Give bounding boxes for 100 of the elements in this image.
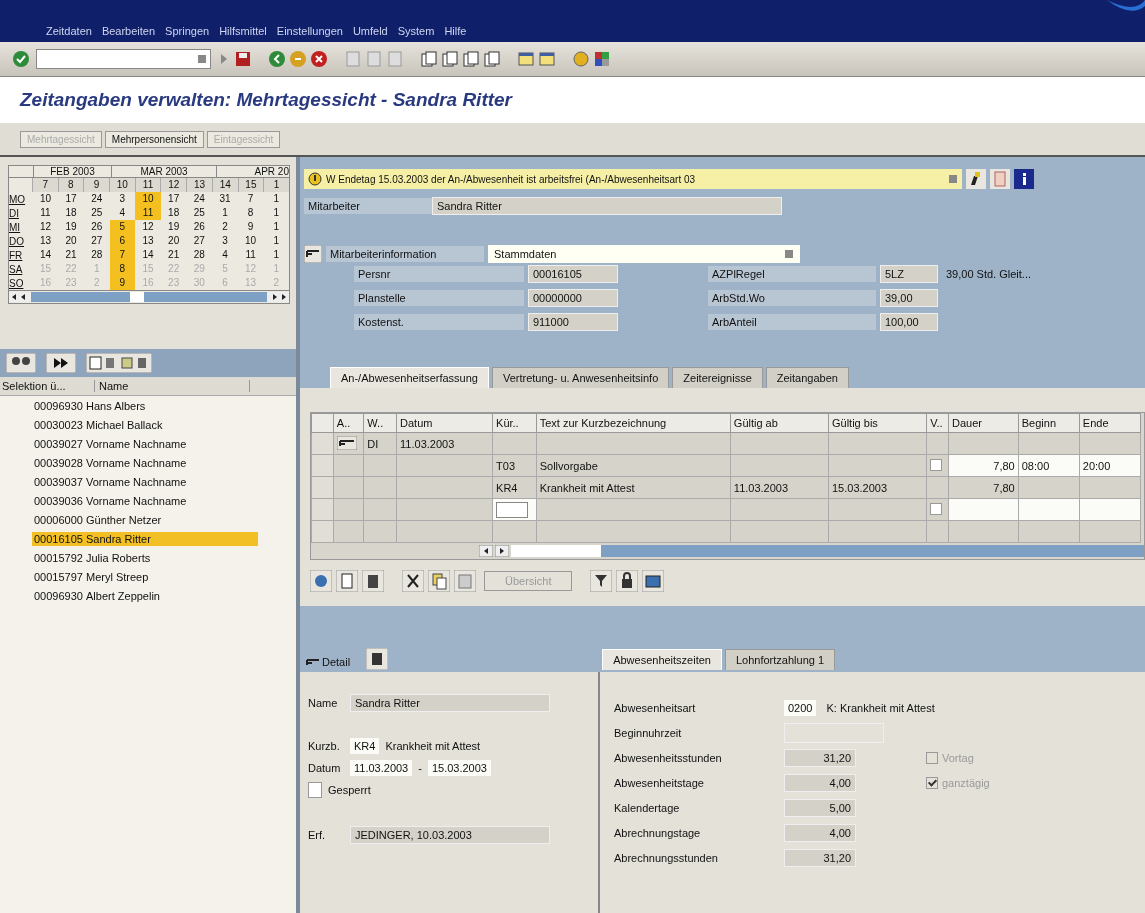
calendar-day[interactable]: 26 — [186, 220, 213, 234]
dropdown-icon[interactable] — [197, 54, 207, 64]
column-header[interactable]: Kür.. — [492, 413, 537, 433]
calendar-day[interactable]: 17 — [160, 192, 187, 206]
employee-item[interactable]: 00096930 Hans Albers — [32, 398, 258, 413]
employee-item[interactable]: 00030023 Michael Ballack — [32, 417, 258, 432]
tab[interactable]: Abwesenheitszeiten — [602, 649, 722, 670]
pen-icon[interactable] — [966, 169, 986, 189]
calendar-day[interactable]: 18 — [58, 206, 84, 220]
calendar-day[interactable]: 26 — [83, 220, 110, 234]
command-field[interactable] — [36, 49, 211, 69]
calendar-day[interactable]: 1 — [263, 248, 290, 262]
menu-item[interactable]: Hilfsmittel — [219, 25, 267, 37]
menu-item[interactable]: Zeitdaten — [46, 25, 92, 37]
detail-icon[interactable] — [336, 435, 357, 450]
calendar-day[interactable]: 7 — [109, 248, 136, 262]
date-field[interactable]: 11.03.2003 — [350, 760, 413, 776]
calendar-day[interactable]: 14 — [32, 248, 59, 262]
checkbox[interactable] — [930, 502, 943, 515]
column-header[interactable]: Text zur Kurzbezeichnung — [536, 413, 731, 433]
employee-item[interactable]: 00039036 Vorname Nachname — [32, 493, 258, 508]
folder-icon[interactable] — [642, 570, 665, 592]
calendar-day[interactable]: 20 — [160, 234, 187, 248]
employee-item[interactable]: 00039037 Vorname Nachname — [32, 474, 258, 489]
calendar-day[interactable]: 3 — [212, 234, 238, 248]
pages-icon[interactable] — [462, 50, 480, 68]
back-icon[interactable] — [268, 50, 286, 68]
calendar-day[interactable]: 1 — [212, 206, 238, 220]
filter-icon[interactable] — [590, 570, 613, 592]
column-header[interactable]: A.. — [333, 413, 364, 433]
detail-icon[interactable] — [304, 245, 322, 263]
calendar-day[interactable]: 4 — [212, 248, 238, 262]
document-icon[interactable] — [366, 648, 389, 670]
checkbox[interactable] — [930, 458, 943, 471]
calendar-day[interactable]: 2 — [212, 220, 238, 234]
list-tools-icon[interactable] — [86, 353, 152, 373]
column-header[interactable]: Name — [95, 380, 250, 392]
calendar-day[interactable]: 14 — [135, 248, 161, 262]
calendar-day[interactable]: 19 — [160, 220, 187, 234]
calendar-day[interactable]: 13 — [135, 234, 161, 248]
calendar-day[interactable]: 28 — [83, 248, 110, 262]
calendar-day[interactable]: 9 — [237, 220, 264, 234]
column-header[interactable]: Gültig ab — [730, 413, 829, 433]
calendar-day[interactable]: 9 — [109, 276, 136, 290]
calendar-day[interactable]: 11 — [32, 206, 59, 220]
column-header[interactable]: Selektion ü... — [0, 380, 95, 392]
calendar-day[interactable]: 25 — [186, 206, 213, 220]
calendar-day[interactable]: 12 — [32, 220, 59, 234]
calendar-day[interactable]: 1 — [263, 234, 290, 248]
detail-button[interactable]: Detail — [304, 654, 353, 670]
column-header[interactable]: Dauer — [948, 413, 1019, 433]
calendar-day[interactable]: 18 — [160, 206, 187, 220]
calendar-day[interactable]: 24 — [83, 192, 110, 206]
checkbox[interactable] — [926, 777, 938, 789]
calendar-day[interactable]: 20 — [58, 234, 84, 248]
lock-icon[interactable] — [616, 570, 639, 592]
cancel-icon[interactable] — [310, 50, 328, 68]
employee-item[interactable]: 00039027 Vorname Nachname — [32, 436, 258, 451]
fast-forward-icon[interactable] — [46, 353, 76, 373]
column-header[interactable]: V.. — [926, 413, 949, 433]
view-button[interactable]: Mehrpersonensicht — [104, 130, 204, 148]
column-header[interactable]: W.. — [363, 413, 397, 433]
menu-item[interactable]: Hilfe — [444, 25, 467, 37]
calendar-day[interactable]: 4 — [109, 206, 136, 220]
tab[interactable]: Zeitangaben — [765, 367, 849, 388]
calendar-day[interactable]: 21 — [160, 248, 187, 262]
calendar-day[interactable]: 10 — [135, 192, 161, 206]
scroll-thumb[interactable] — [511, 545, 601, 557]
input-field[interactable] — [496, 501, 529, 518]
menu-item[interactable]: Umfeld — [352, 25, 388, 37]
calendar-day[interactable]: 6 — [109, 234, 136, 248]
calendar-day[interactable]: 11 — [135, 206, 161, 220]
tab[interactable]: An-/Abwesenheitserfassung — [330, 367, 489, 388]
tab[interactable]: Lohnfortzahlung 1 — [724, 649, 836, 670]
calendar-day[interactable]: 1 — [263, 192, 290, 206]
layout-icon[interactable] — [593, 50, 611, 68]
calendar-day[interactable]: 7 — [237, 192, 264, 206]
menu-item[interactable]: Springen — [165, 25, 210, 37]
calendar-day[interactable]: 12 — [135, 220, 161, 234]
calendar-day[interactable]: 17 — [58, 192, 84, 206]
calendar-day[interactable]: 27 — [186, 234, 213, 248]
calendar-day[interactable]: 24 — [186, 192, 213, 206]
calendar-day[interactable]: 11 — [237, 248, 264, 262]
window-icon[interactable] — [517, 50, 535, 68]
code-field[interactable]: KR4 — [350, 738, 380, 754]
calendar-day[interactable]: 27 — [83, 234, 110, 248]
calendar-day[interactable]: 13 — [32, 234, 59, 248]
scroll-thumb[interactable] — [130, 292, 145, 302]
info-dropdown[interactable]: Stammdaten — [488, 245, 800, 263]
menu-item[interactable]: Bearbeiten — [101, 25, 156, 37]
employee-item[interactable]: 00006000 Günther Netzer — [32, 512, 258, 527]
calendar-day[interactable]: 5 — [109, 220, 136, 234]
save-icon[interactable] — [234, 50, 252, 68]
calendar-day[interactable]: 19 — [58, 220, 84, 234]
dropdown-icon[interactable] — [784, 248, 794, 260]
employee-item[interactable]: 00015792 Julia Roberts — [32, 550, 258, 565]
scrollbar[interactable] — [31, 292, 267, 302]
calendar-day[interactable]: 25 — [83, 206, 110, 220]
employee-item[interactable]: 00016105 Sandra Ritter — [32, 531, 258, 546]
tab[interactable]: Vertretung- u. Anwesenheitsinfo — [491, 367, 670, 388]
